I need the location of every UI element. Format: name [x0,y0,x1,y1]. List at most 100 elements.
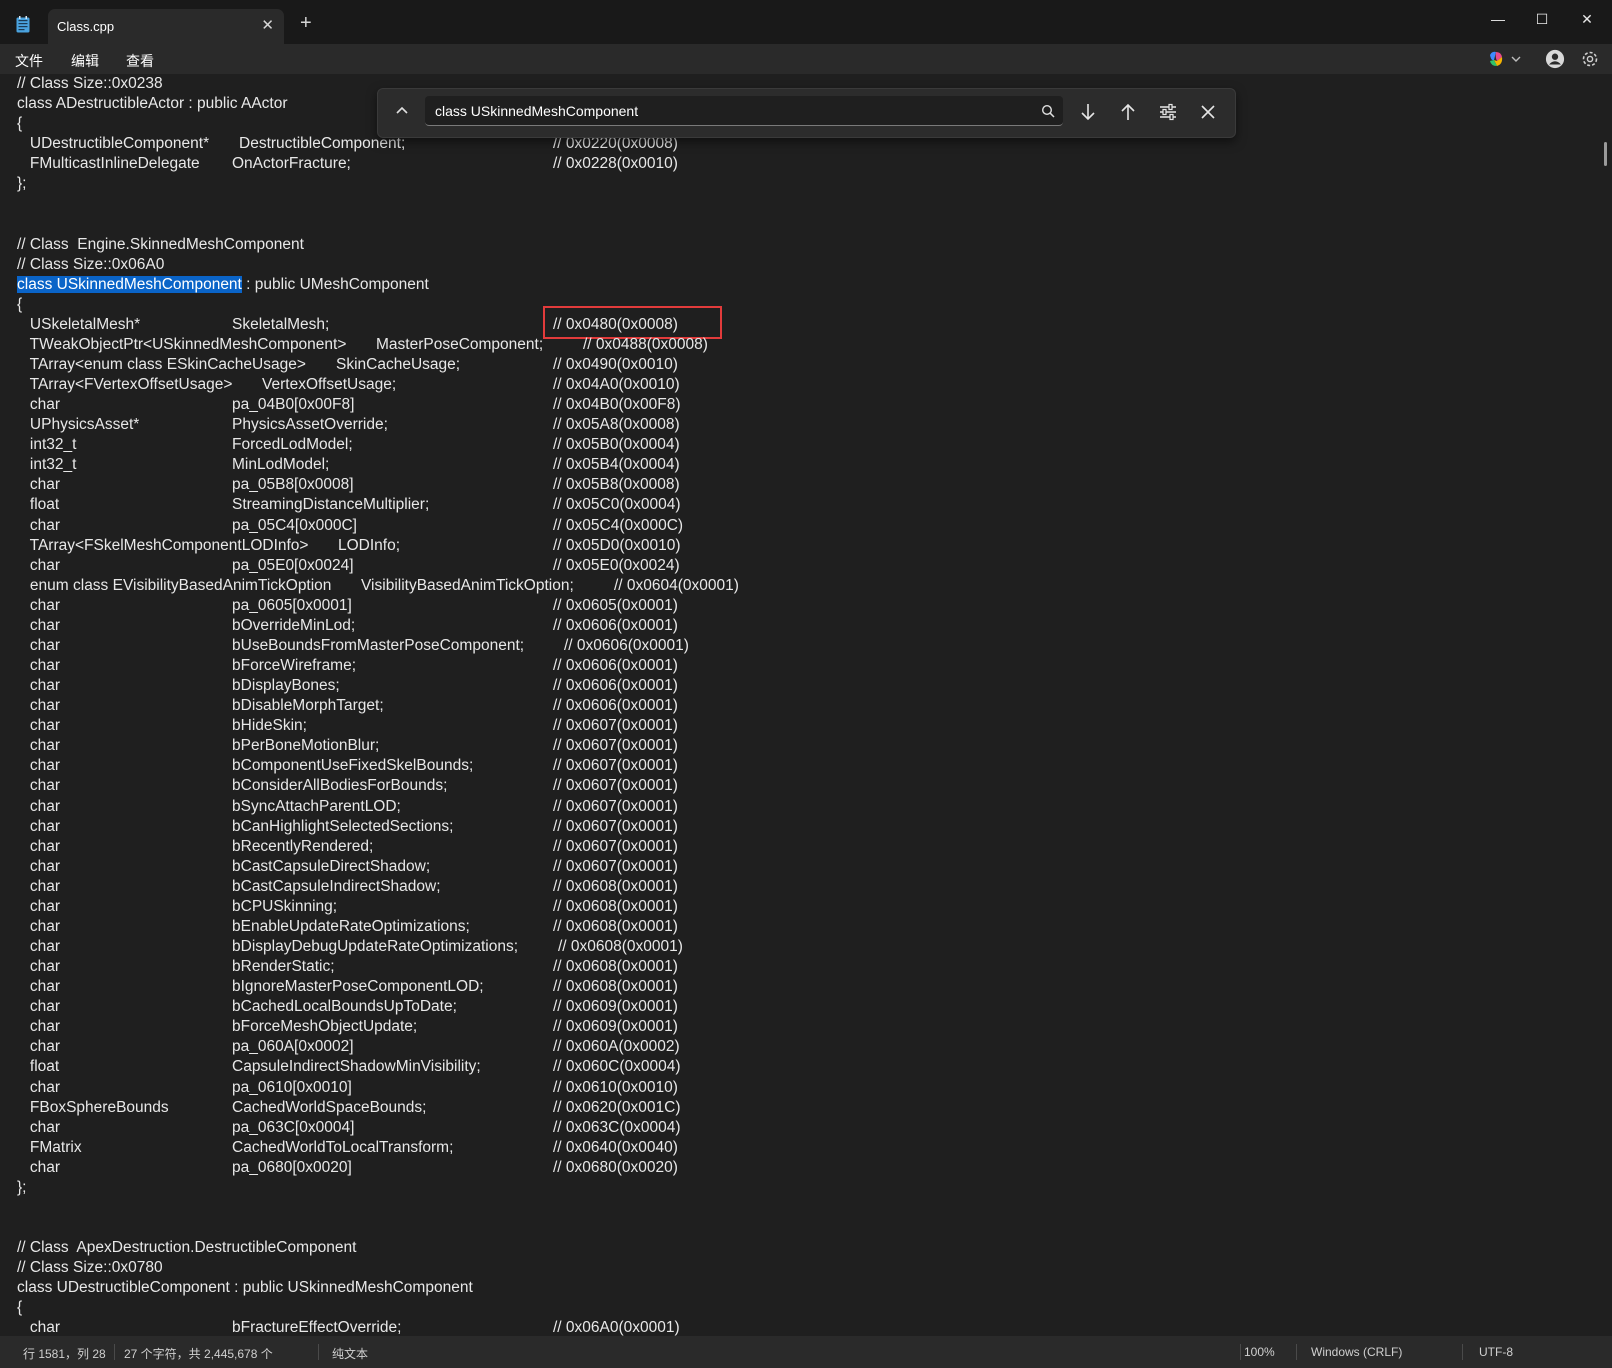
member-type: UPhysicsAsset* [17,416,140,434]
member-offset-comment: // 0x0607(0x0001) [553,857,678,875]
member-type: char [17,938,61,955]
status-zoom[interactable]: 100% [1244,1345,1275,1359]
member-type: char [17,556,61,574]
status-divider [114,1344,115,1360]
status-divider [318,1344,319,1360]
code-line: FMatrix CachedWorldToLocalTransform; // 0x… [17,1138,1597,1158]
vertical-scrollbar[interactable] [1602,74,1612,1336]
tab-close-icon[interactable]: ✕ [261,16,274,34]
member-offset-comment: // 0x0608(0x0001) [553,958,678,976]
account-icon[interactable] [1544,49,1566,69]
member-type: char [17,636,61,654]
minimize-button[interactable]: — [1478,6,1518,32]
menu-bar: 文件 编辑 查看 [0,44,1612,74]
chevron-down-icon[interactable] [1510,49,1522,69]
code-line: char bSyncAttachParentLOD; // 0x0607(0x000… [17,797,1597,817]
menu-file[interactable]: 文件 [15,51,43,71]
member-name: pa_0610[0x0010] [232,1078,352,1096]
title-bar: Class.cpp ✕ + — ☐ ✕ [0,0,1612,44]
member-offset-comment: // 0x0606(0x0001) [553,657,678,675]
close-window-button[interactable]: ✕ [1567,6,1607,32]
member-name: bCastCapsuleIndirectShadow; [232,877,441,895]
member-offset-comment: // 0x0680(0x0020) [553,1158,678,1176]
member-type: float [17,496,60,514]
find-options-sliders-icon[interactable] [1157,101,1179,123]
member-type: char [17,737,61,755]
close-find-icon[interactable] [1197,101,1219,123]
member-offset-comment: // 0x04A0(0x0010) [553,376,680,394]
code-line: USkeletalMesh* SkeletalMesh; // 0x0480(0x0… [17,315,1597,335]
member-name: bEnableUpdateRateOptimizations; [232,917,470,935]
member-type: char [17,596,61,614]
code-line: TArray<FSkelMeshComponentLODInfo> LODInfo… [17,536,1597,556]
code-line: char bFractureEffectOverride; // 0x06A0(0x… [17,1318,1597,1336]
member-type: char [17,857,61,875]
member-offset-comment: // 0x05D0(0x0010) [553,536,681,554]
code-line: char pa_04B0[0x00F8] // 0x04B0(0x00F8) [17,395,1597,415]
member-name: pa_060A[0x0002] [232,1038,354,1056]
member-name: bComponentUseFixedSkelBounds; [232,757,474,775]
member-name: OnActorFracture; [232,155,351,173]
member-name: CachedWorldToLocalTransform; [232,1138,454,1156]
code-line: // Class Size::0x0780 [17,1258,1597,1278]
member-type: FMatrix [17,1138,82,1156]
member-type: char [17,797,61,815]
member-offset-comment: // 0x0606(0x0001) [553,697,678,715]
code-line: char bRecentlyRendered; // 0x0607(0x0001) [17,837,1597,857]
find-input[interactable] [425,96,1063,126]
member-offset-comment: // 0x0480(0x0008) [553,315,678,333]
menu-view[interactable]: 查看 [126,51,154,71]
code-text: { [17,295,23,313]
code-line: TArray<enum class ESkinCacheUsage> SkinCa… [17,355,1597,375]
code-line: int32_t MinLodModel; // 0x05B4(0x0004) [17,455,1597,475]
code-line: char pa_060A[0x0002] // 0x060A(0x0002) [17,1037,1597,1057]
status-encoding[interactable]: UTF-8 [1479,1345,1513,1359]
member-name: CapsuleIndirectShadowMinVisibility; [232,1058,481,1076]
maximize-button[interactable]: ☐ [1522,6,1562,32]
member-type: char [17,1118,61,1136]
member-type: int32_t [17,436,77,454]
member-name: bFractureEffectOverride; [232,1319,402,1336]
member-name: bCPUSkinning; [232,897,338,915]
status-line-ending[interactable]: Windows (CRLF) [1311,1345,1402,1359]
find-previous-arrow-up-icon[interactable] [1117,101,1139,123]
member-offset-comment: // 0x04B0(0x00F8) [553,396,681,414]
member-name: bSyncAttachParentLOD; [232,797,401,815]
member-name: bRecentlyRendered; [232,837,374,855]
member-type: UDestructibleComponent* [17,135,210,153]
member-name: bDisplayBones; [232,677,340,695]
search-icon[interactable] [1041,104,1055,118]
tab-class-cpp[interactable]: Class.cpp ✕ [48,9,284,44]
member-type: char [17,616,61,634]
member-type: float [17,1058,60,1076]
copilot-icon[interactable] [1486,49,1506,69]
member-offset-comment: // 0x0608(0x0001) [553,897,678,915]
member-name: pa_0605[0x0001] [232,596,352,614]
member-offset-comment: // 0x063C(0x0004) [553,1118,681,1136]
member-name: bDisableMorphTarget; [232,697,384,715]
member-type: enum class EVisibilityBasedAnimTickOptio… [17,576,332,594]
collapse-chevron-up-icon[interactable] [392,101,412,121]
new-tab-button[interactable]: + [300,13,312,33]
code-text: { [17,115,23,133]
find-next-arrow-down-icon[interactable] [1077,101,1099,123]
member-offset-comment: // 0x0607(0x0001) [553,777,678,795]
scrollbar-thumb[interactable] [1604,142,1607,166]
code-line: char pa_063C[0x0004] // 0x063C(0x0004) [17,1118,1597,1138]
settings-gear-icon[interactable] [1580,49,1600,69]
code-line: float CapsuleIndirectShadowMinVisibility;… [17,1057,1597,1077]
text-editor[interactable]: // Class Size::0x0238 class ADestructible… [0,74,1600,1336]
code-line: }; [17,174,1597,194]
member-type: int32_t [17,456,77,474]
code-line: char bForceWireframe; // 0x0606(0x0001) [17,656,1597,676]
code-line: char pa_05C4[0x000C] // 0x05C4(0x000C) [17,516,1597,536]
member-name: PhysicsAssetOverride; [232,416,388,434]
member-offset-comment: // 0x0609(0x0001) [553,1018,678,1036]
member-offset-comment: // 0x0608(0x0001) [553,877,678,895]
code-text: class UDestructibleComponent : public US… [17,1279,473,1297]
status-format[interactable]: 纯文本 [332,1345,368,1362]
menu-edit[interactable]: 编辑 [71,51,99,71]
code-line: char pa_0605[0x0001] // 0x0605(0x0001) [17,596,1597,616]
